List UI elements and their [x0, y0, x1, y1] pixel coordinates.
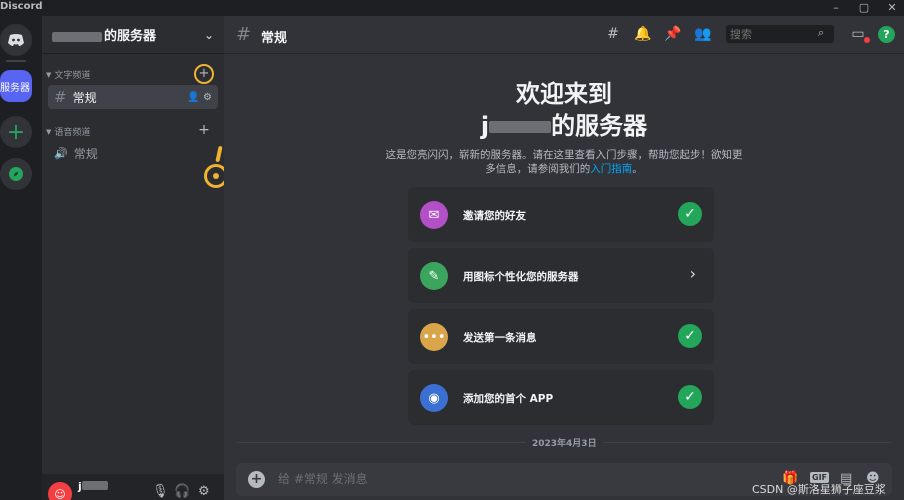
threads-icon[interactable]: # [604, 25, 622, 43]
plus-icon: + [6, 119, 26, 145]
add-server-button[interactable]: + [0, 116, 32, 148]
gear-icon[interactable]: ⚙ [198, 484, 210, 499]
invite-icon[interactable]: 👤 [187, 92, 199, 103]
notification-dot [864, 37, 870, 43]
close-icon[interactable]: ✕ [880, 0, 904, 16]
app-brand: Discord [0, 1, 43, 12]
add-channel-button[interactable]: + [194, 64, 214, 84]
check-icon: ✓ [678, 202, 702, 226]
search-icon: ⌕ [818, 26, 825, 39]
user-panel: ☺ j 🎙 🎧 ⚙ [42, 474, 224, 500]
checklist-card-personalize[interactable]: ✎ 用图标个性化您的服务器 › [408, 248, 714, 303]
compass-icon [9, 167, 23, 181]
bell-icon[interactable]: 🔔 [634, 25, 652, 43]
gear-icon[interactable]: ⚙ [203, 92, 212, 103]
redacted-name [52, 31, 102, 42]
channel-item-general-voice[interactable]: 🔊 常规 [48, 141, 218, 165]
category-text-channels[interactable]: ▼ 文字频道 + [46, 64, 218, 84]
channel-tools: 👤 ⚙ [187, 92, 212, 103]
server-icon-label: 的服务器 [0, 82, 30, 94]
welcome-section: 欢迎来到 j 的服务器 这是您亮闪闪，崭新的服务器。请在这里查看入门步骤，帮助您起… [374, 78, 754, 176]
getting-started-link[interactable]: 入门指南 [590, 163, 632, 175]
server-name: 的服务器 [52, 25, 156, 44]
chevron-right-icon: › [689, 264, 696, 283]
redacted-name [81, 481, 108, 490]
check-icon: ✓ [678, 324, 702, 348]
username: j [78, 480, 108, 493]
discord-window: Discord – ▢ ✕ 的服务器 + 的服务器 ⌄ [0, 0, 904, 500]
avatar[interactable]: ☺ [48, 482, 72, 500]
checklist-card-message[interactable]: ••• 发送第一条消息 ✓ [408, 309, 714, 364]
discord-logo-icon [8, 34, 24, 46]
add-channel-button[interactable]: + [194, 121, 214, 141]
channel-label: 常规 [72, 90, 97, 105]
welcome-title: 欢迎来到 j 的服务器 [480, 80, 648, 140]
member-list-icon[interactable]: 👥 [694, 25, 712, 43]
explore-servers-button[interactable] [0, 158, 32, 190]
attach-button[interactable]: + [248, 471, 265, 488]
hashtag-icon: # [54, 88, 67, 106]
chevron-down-icon[interactable]: ⌄ [204, 28, 214, 42]
card-label: 邀请您的好友 [463, 210, 526, 222]
category-label: 文字频道 [54, 71, 91, 81]
main-panel: # 常规 # 🔔 📌 👥 ⌕ ▭ ? 欢迎来到 j的服务器 这是您亮闪闪，崭新的… [224, 16, 904, 500]
speaker-icon: 🔊 [54, 146, 68, 160]
rail-divider [6, 60, 26, 62]
title-bar: Discord – ▢ ✕ [0, 0, 904, 16]
server-rail: 的服务器 + [0, 16, 42, 500]
minimize-icon[interactable]: – [824, 0, 848, 16]
checklist-card-app[interactable]: ◉ 添加您的首个 APP ✓ [408, 370, 714, 425]
card-label: 添加您的首个 APP [463, 393, 554, 405]
server-icon-button[interactable]: 的服务器 [0, 70, 32, 102]
redacted-name [489, 121, 552, 133]
check-icon: ✓ [678, 385, 702, 409]
welcome-description: 这是您亮闪闪，崭新的服务器。请在这里查看入门步骤，帮助您起步！欲知更多信息，请参… [385, 149, 743, 175]
watermark: CSDN @斯洛星狮子座豆浆 [752, 483, 886, 496]
card-label: 发送第一条消息 [463, 332, 537, 344]
channel-label: 常规 [73, 146, 98, 161]
channel-sidebar: 的服务器 ⌄ ▼ 文字频道 + # 常规 👤 ⚙ ▼ 语音频道 + 🔊 常规 [42, 16, 228, 500]
hashtag-icon: # [236, 24, 252, 45]
add-app-icon: ◉ [420, 384, 448, 412]
help-icon[interactable]: ? [878, 26, 895, 43]
maximize-icon[interactable]: ▢ [852, 0, 876, 16]
category-label: 语音频道 [54, 128, 91, 138]
headphones-icon[interactable]: 🎧 [174, 484, 190, 499]
collapse-arrow-icon: ▼ [46, 70, 52, 79]
collapse-arrow-icon: ▼ [46, 127, 52, 136]
card-label: 用图标个性化您的服务器 [463, 271, 579, 283]
server-header[interactable]: 的服务器 ⌄ [42, 16, 224, 54]
microphone-icon[interactable]: 🎙 [152, 484, 169, 499]
channel-header: # 常规 # 🔔 📌 👥 ⌕ ▭ ? [224, 16, 904, 54]
category-voice-channels[interactable]: ▼ 语音频道 + [46, 122, 218, 138]
channel-title: 常规 [261, 31, 288, 46]
home-button[interactable] [0, 24, 32, 56]
checklist-card-invite[interactable]: ✉ 邀请您的好友 ✓ [408, 187, 714, 242]
personalize-icon: ✎ [420, 262, 448, 290]
channel-item-general-text[interactable]: # 常规 👤 ⚙ [48, 85, 218, 109]
date-divider: 2023年4月3日 [526, 436, 603, 449]
message-input[interactable] [278, 467, 738, 491]
pin-icon[interactable]: 📌 [664, 25, 682, 43]
invite-friends-icon: ✉ [420, 201, 448, 229]
send-message-icon: ••• [420, 323, 448, 351]
